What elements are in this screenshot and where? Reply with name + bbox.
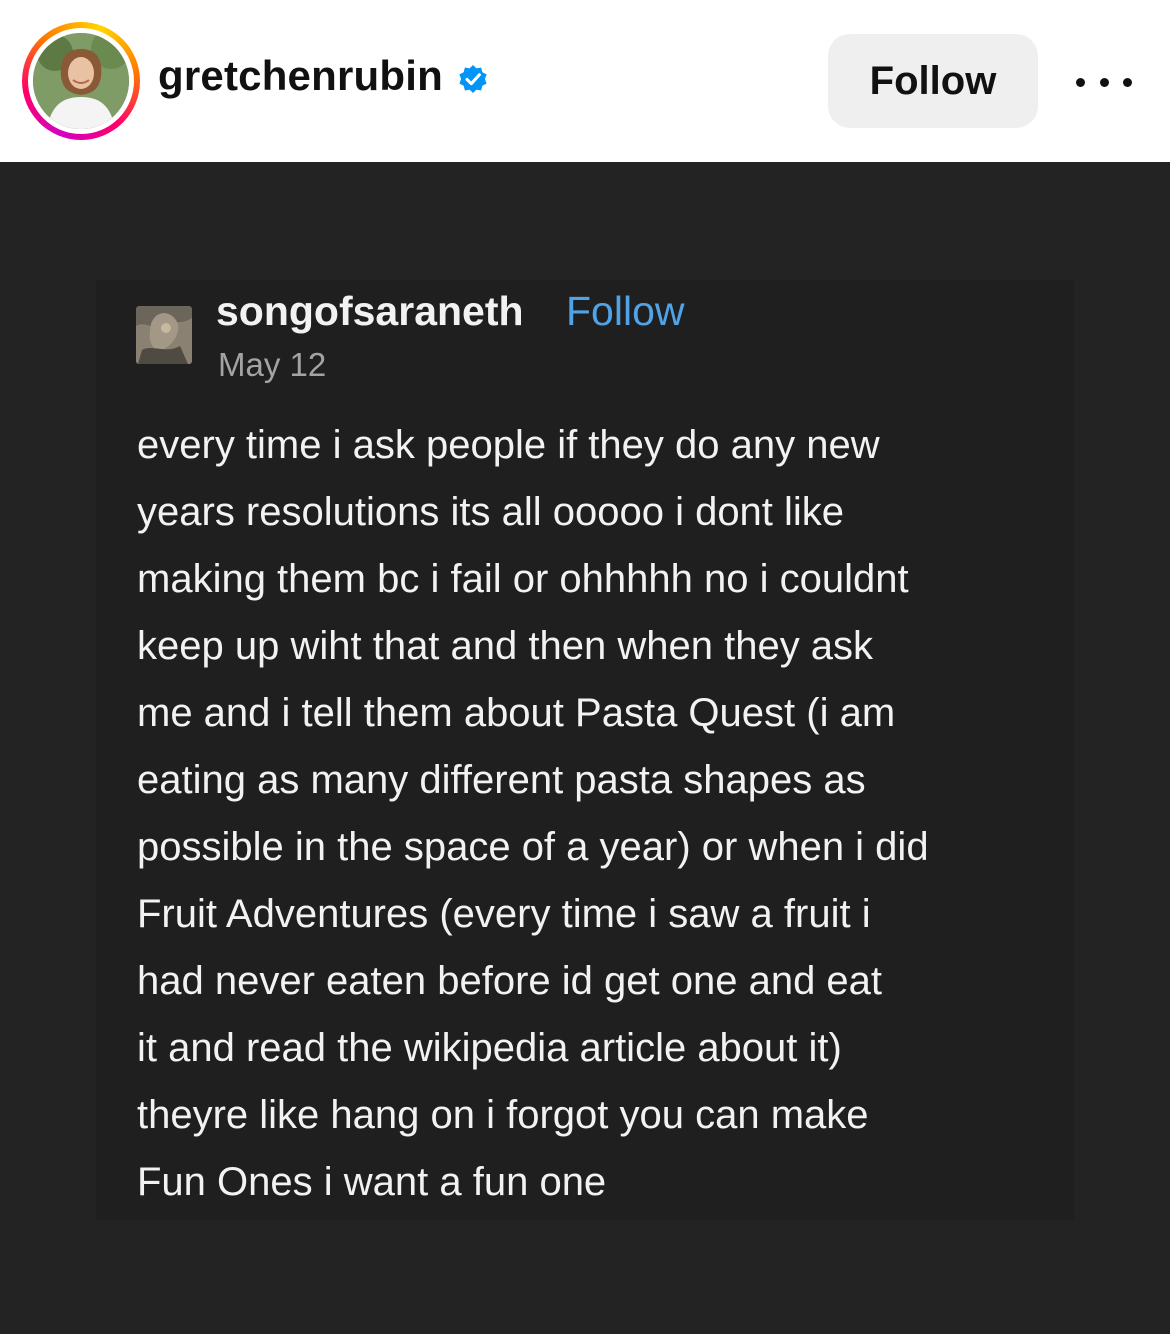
post-text-line: keep up wiht that and then when they ask bbox=[137, 624, 874, 668]
post-text-line: eating as many different pasta shapes as bbox=[137, 758, 866, 802]
tumblr-post-text: every time i ask people if they do any n… bbox=[137, 412, 1037, 1216]
tumblr-author-avatar bbox=[136, 306, 192, 364]
profile-photo bbox=[33, 33, 129, 129]
tumblr-avatar-graphic bbox=[136, 306, 192, 364]
post-text-line: me and i tell them about Pasta Quest (i … bbox=[137, 691, 896, 735]
post-text-line: Fruit Adventures (every time i saw a fru… bbox=[137, 892, 871, 936]
post-header: gretchenrubin Follow bbox=[0, 0, 1170, 162]
more-dot bbox=[1099, 77, 1109, 87]
tumblr-post-date: May 12 bbox=[218, 346, 327, 383]
post-text-line: possible in the space of a year) or when… bbox=[137, 825, 929, 869]
tumblr-author-name[interactable]: songofsaraneth bbox=[216, 288, 524, 335]
follow-button[interactable]: Follow bbox=[828, 34, 1038, 128]
more-dot bbox=[1123, 77, 1132, 87]
post-text-line: years resolutions its all ooooo i dont l… bbox=[137, 490, 845, 534]
profile-avatar[interactable] bbox=[22, 22, 140, 140]
username-link[interactable]: gretchenrubin bbox=[158, 52, 443, 100]
post-text-line: had never eaten before id get one and ea… bbox=[137, 959, 883, 1003]
post-text-line: making them bc i fail or ohhhhh no i cou… bbox=[137, 557, 909, 601]
verified-badge-icon bbox=[459, 64, 487, 94]
post-text-line: Fun Ones i want a fun one bbox=[137, 1160, 607, 1204]
post-text-line: it and read the wikipedia article about … bbox=[137, 1026, 842, 1070]
profile-photo-graphic bbox=[33, 33, 129, 129]
more-dot bbox=[1076, 77, 1085, 87]
tumblr-follow-link[interactable]: Follow bbox=[566, 288, 684, 335]
post-text-line: every time i ask people if they do any n… bbox=[137, 423, 880, 467]
post-text-line: theyre like hang on i forgot you can mak… bbox=[137, 1093, 869, 1137]
more-options-icon[interactable] bbox=[1076, 70, 1132, 94]
